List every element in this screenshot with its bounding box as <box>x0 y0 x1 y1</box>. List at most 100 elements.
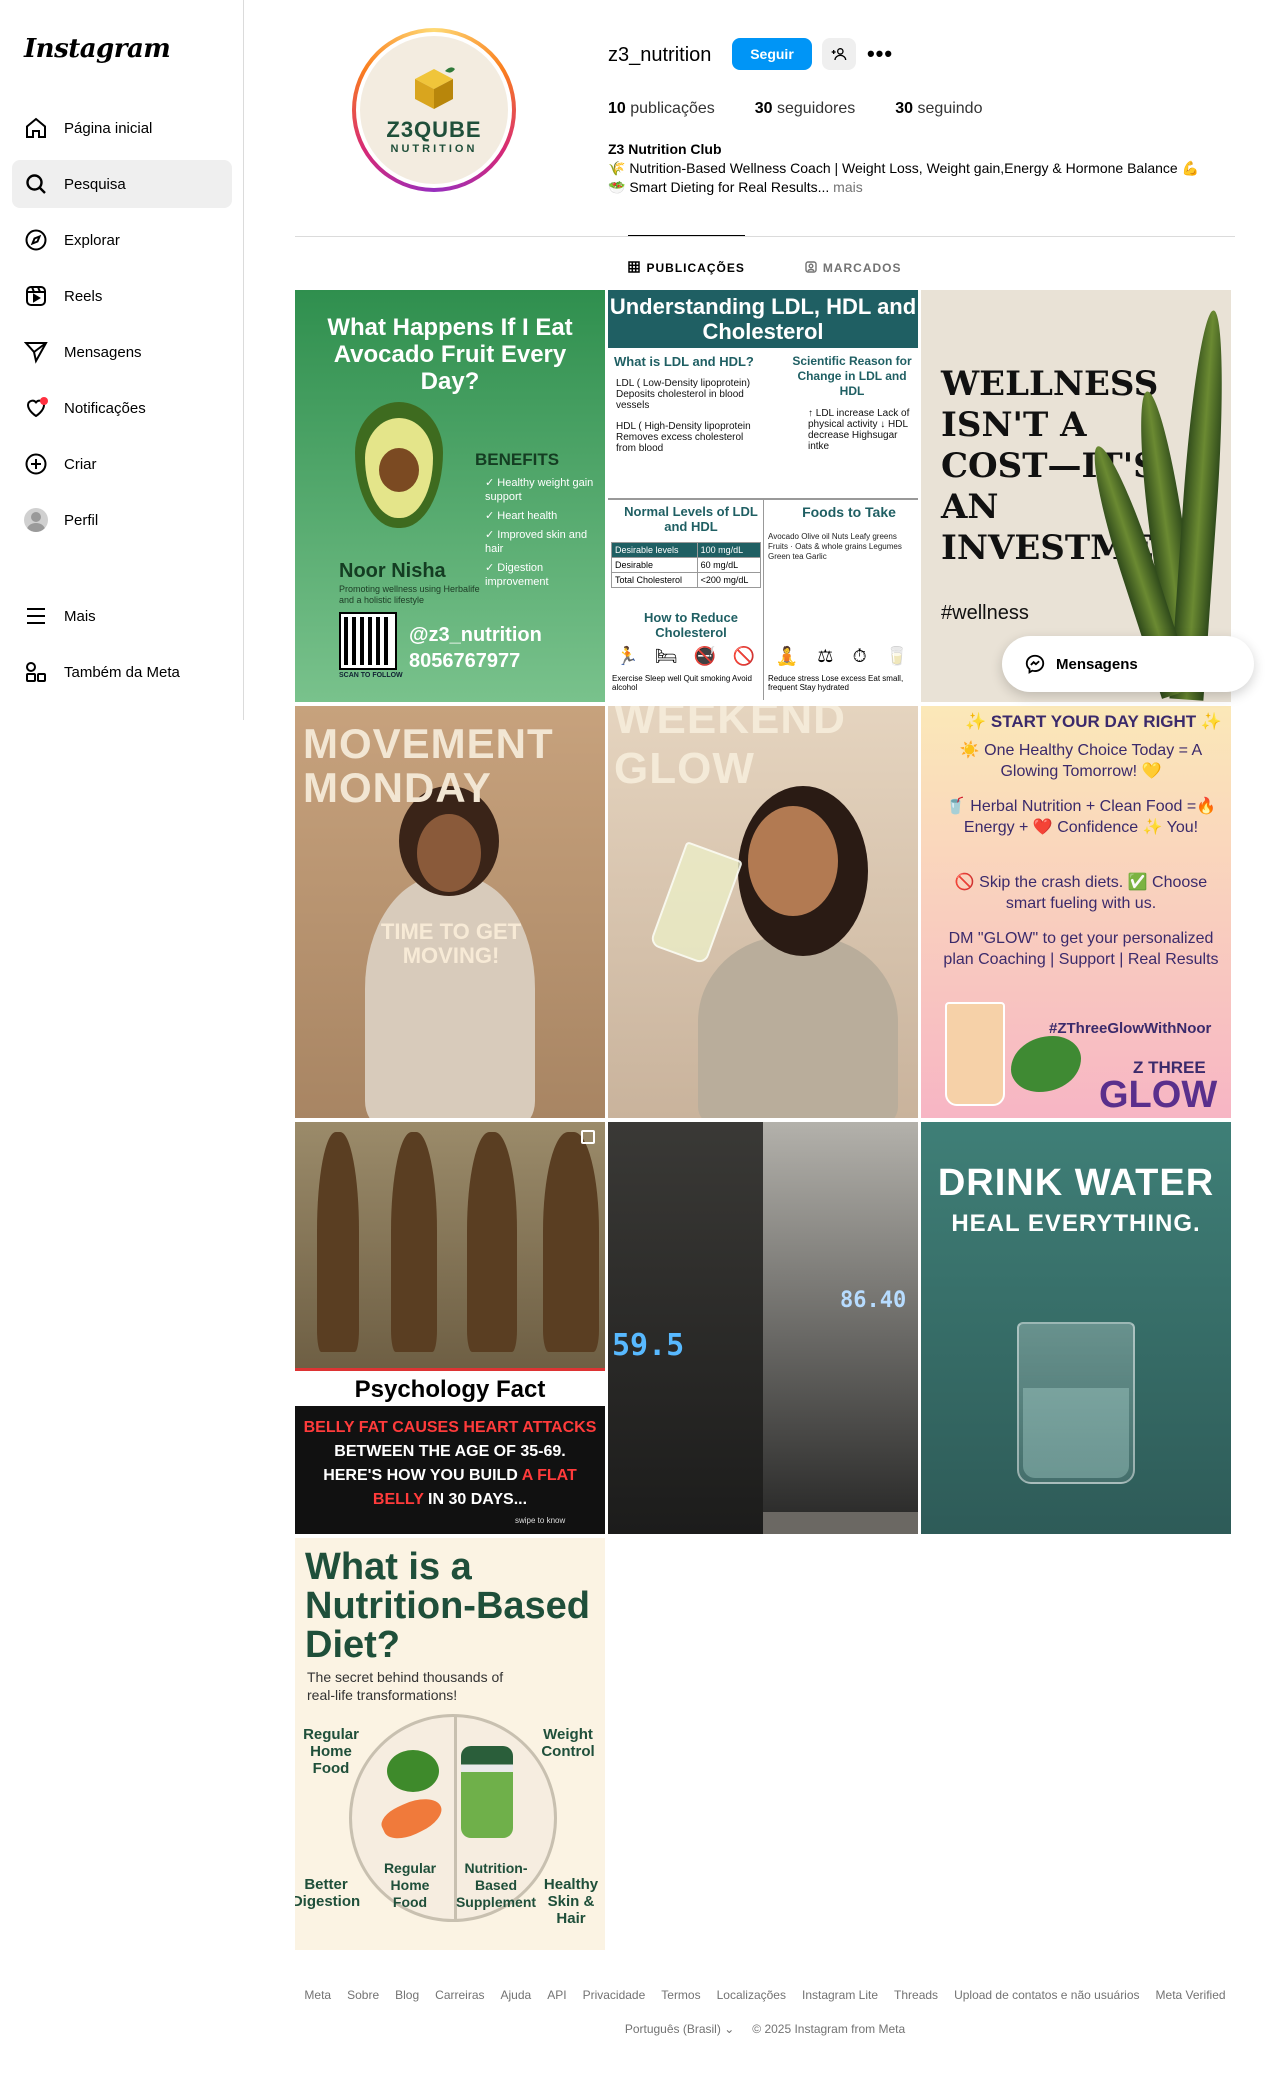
table-cell: 100 mg/dL <box>696 542 762 558</box>
profile-avatar-wrap <box>24 508 48 532</box>
reels-icon <box>24 284 48 308</box>
sidebar-item-search[interactable]: Pesquisa <box>12 160 232 208</box>
messages-pill-label: Mensagens <box>1056 655 1138 673</box>
footer-link[interactable]: Termos <box>661 1988 700 2002</box>
footer-link[interactable]: Meta <box>304 1988 331 2002</box>
post-line-highlight: BELLY <box>372 1491 424 1508</box>
reduce-icons: 🏃 🛏 🚭 🚫 <box>608 646 763 667</box>
messenger-icon <box>1025 654 1045 674</box>
send-icon <box>24 340 48 364</box>
footer-link[interactable]: Sobre <box>347 1988 379 2002</box>
post-line: 🚫 Skip the crash diets. ✅ Choose smart f… <box>954 874 1208 912</box>
footer-link[interactable]: API <box>547 1988 566 2002</box>
sidebar-item-label: Pesquisa <box>64 175 126 193</box>
post-tile-avocado[interactable]: What Happens If I Eat Avocado Fruit Ever… <box>295 290 605 702</box>
benefit-item: ✓ Healthy weight gain support <box>485 477 594 503</box>
sidebar-item-reels[interactable]: Reels <box>12 272 232 320</box>
swipe-label: swipe to know <box>515 1516 566 1525</box>
post-tile-weekend-glow[interactable]: WEEKEND GLOW <box>608 706 918 1118</box>
section-heading: Normal Levels of LDL and HDL <box>624 504 758 534</box>
footer-link[interactable]: Upload de contatos e não usuários <box>954 1988 1139 2002</box>
post-tile-start-your-day[interactable]: ✨ START YOUR DAY RIGHT ✨ ☀️ One Healthy … <box>921 706 1231 1118</box>
avocado-illustration <box>355 402 443 528</box>
tab-posts[interactable]: PUBLICAÇÕES <box>628 235 745 288</box>
coach-name: Noor Nisha <box>339 560 446 582</box>
instagram-logo[interactable]: Instagram <box>24 34 171 64</box>
sleep-icon: 🛏 <box>654 646 678 666</box>
sidebar-item-profile[interactable]: Perfil <box>12 496 232 544</box>
post-title: DRINK WATER <box>937 1162 1215 1204</box>
footer-link[interactable]: Meta Verified <box>1156 1988 1226 2002</box>
table-cell: 60 mg/dL <box>696 557 762 573</box>
footer-link[interactable]: Blog <box>395 1988 419 2002</box>
sidebar-item-create[interactable]: Criar <box>12 440 232 488</box>
more-options-button[interactable]: ••• <box>864 38 896 70</box>
post-tile-scales[interactable]: 59.5 86.40 <box>608 1122 918 1534</box>
footer-link[interactable]: Carreiras <box>435 1988 484 2002</box>
qr-code <box>339 612 397 670</box>
footer-bottom: Português (Brasil) ⌄ © 2025 Instagram fr… <box>295 2022 1235 2036</box>
post-phone: 8056767977 <box>409 650 521 672</box>
tab-tagged[interactable]: MARCADOS <box>805 236 902 288</box>
sidebar-item-explore[interactable]: Explorar <box>12 216 232 264</box>
profile-avatar-ring: Z3QUBE NUTRITION <box>356 32 512 188</box>
supplement-jar <box>461 1746 513 1838</box>
water-glass <box>1017 1322 1135 1484</box>
copyright: © 2025 Instagram from Meta <box>752 2022 906 2036</box>
footer-link[interactable]: Instagram Lite <box>802 1988 878 2002</box>
profile-avatar-image: Z3QUBE NUTRITION <box>360 36 508 184</box>
sidebar-item-more[interactable]: Mais <box>12 592 232 640</box>
post-title: What Happens If I Eat Avocado Fruit Ever… <box>327 314 573 395</box>
person-figure <box>391 1132 437 1352</box>
post-tile-cholesterol[interactable]: Understanding LDL, HDL and Cholesterol W… <box>608 290 918 702</box>
ldl-text: LDL ( Low-Density lipoprotein) Deposits … <box>616 378 751 411</box>
sidebar-item-messages[interactable]: Mensagens <box>12 328 232 376</box>
tab-label: PUBLICAÇÕES <box>646 261 745 275</box>
suggested-users-button[interactable] <box>822 38 856 70</box>
scale-icon: ⚖ <box>817 646 834 666</box>
profile-avatar[interactable]: Z3QUBE NUTRITION <box>352 28 516 192</box>
post-title: MOVEMENT MONDAY <box>303 720 554 811</box>
avatar-brand-sub: NUTRITION <box>390 143 478 155</box>
post-line: BELLY IN 30 DAYS... <box>299 1488 601 1512</box>
change-text: ↑ LDL increase Lack of physical activity… <box>808 408 910 452</box>
following-label: seguindo <box>917 100 983 117</box>
posts-count: 10 <box>608 100 626 117</box>
person-figure <box>467 1132 517 1352</box>
sidebar-item-notifications[interactable]: Notificações <box>12 384 232 432</box>
sidebar-item-label: Página inicial <box>64 119 153 137</box>
diet-label: Nutrition-Based Supplement <box>455 1860 537 1910</box>
footer-link[interactable]: Localizações <box>717 1988 786 2002</box>
sidebar-item-meta[interactable]: Também da Meta <box>12 648 232 696</box>
sidebar-item-home[interactable]: Página inicial <box>12 104 232 152</box>
followers-stat[interactable]: 30 seguidores <box>755 100 856 118</box>
avatar <box>24 508 48 532</box>
follow-button[interactable]: Seguir <box>732 38 812 70</box>
footer-link[interactable]: Ajuda <box>501 1988 532 2002</box>
bio-name: Z3 Nutrition Club <box>608 141 722 157</box>
diet-label: Healthy Skin & Hair <box>543 1876 599 1927</box>
messages-pill[interactable]: Mensagens <box>1002 636 1254 692</box>
water-glass <box>648 841 744 965</box>
post-image-right <box>763 1122 918 1512</box>
footer-link[interactable]: Threads <box>894 1988 938 2002</box>
sidebar-item-label: Criar <box>64 455 97 473</box>
reduce-icons: 🧘 ⚖ ⏱ 🥛 <box>766 646 918 667</box>
post-tile-movement-monday[interactable]: MOVEMENT MONDAY TIME TO GET MOVING! <box>295 706 605 1118</box>
table-cell: <200 mg/dL <box>696 572 762 588</box>
post-subtitle: HEAL EVERYTHING. <box>951 1210 1201 1237</box>
post-hashtag: #wellness <box>941 602 1029 624</box>
footer-link[interactable]: Privacidade <box>583 1988 646 2002</box>
sidebar-bottom: Mais Também da Meta <box>12 592 232 704</box>
post-tile-drink-water[interactable]: DRINK WATER HEAL EVERYTHING. <box>921 1122 1231 1534</box>
profile-stats: 10 publicações 30 seguidores 30 seguindo <box>608 100 982 118</box>
language-selector[interactable]: Português (Brasil) ⌄ <box>625 2022 734 2036</box>
post-tile-psychology-fact[interactable]: Psychology Fact BELLY FAT CAUSES HEART A… <box>295 1122 605 1534</box>
grid-icon <box>628 260 641 276</box>
post-tile-nutrition-diet[interactable]: What is a Nutrition-Based Diet? The secr… <box>295 1538 605 1950</box>
posts-stat: 10 publicações <box>608 100 715 118</box>
bio-more-link[interactable]: mais <box>833 179 863 195</box>
following-stat[interactable]: 30 seguindo <box>895 100 982 118</box>
benefit-item: ✓ Digestion improvement <box>485 562 549 588</box>
meta-apps-icon <box>24 660 48 684</box>
